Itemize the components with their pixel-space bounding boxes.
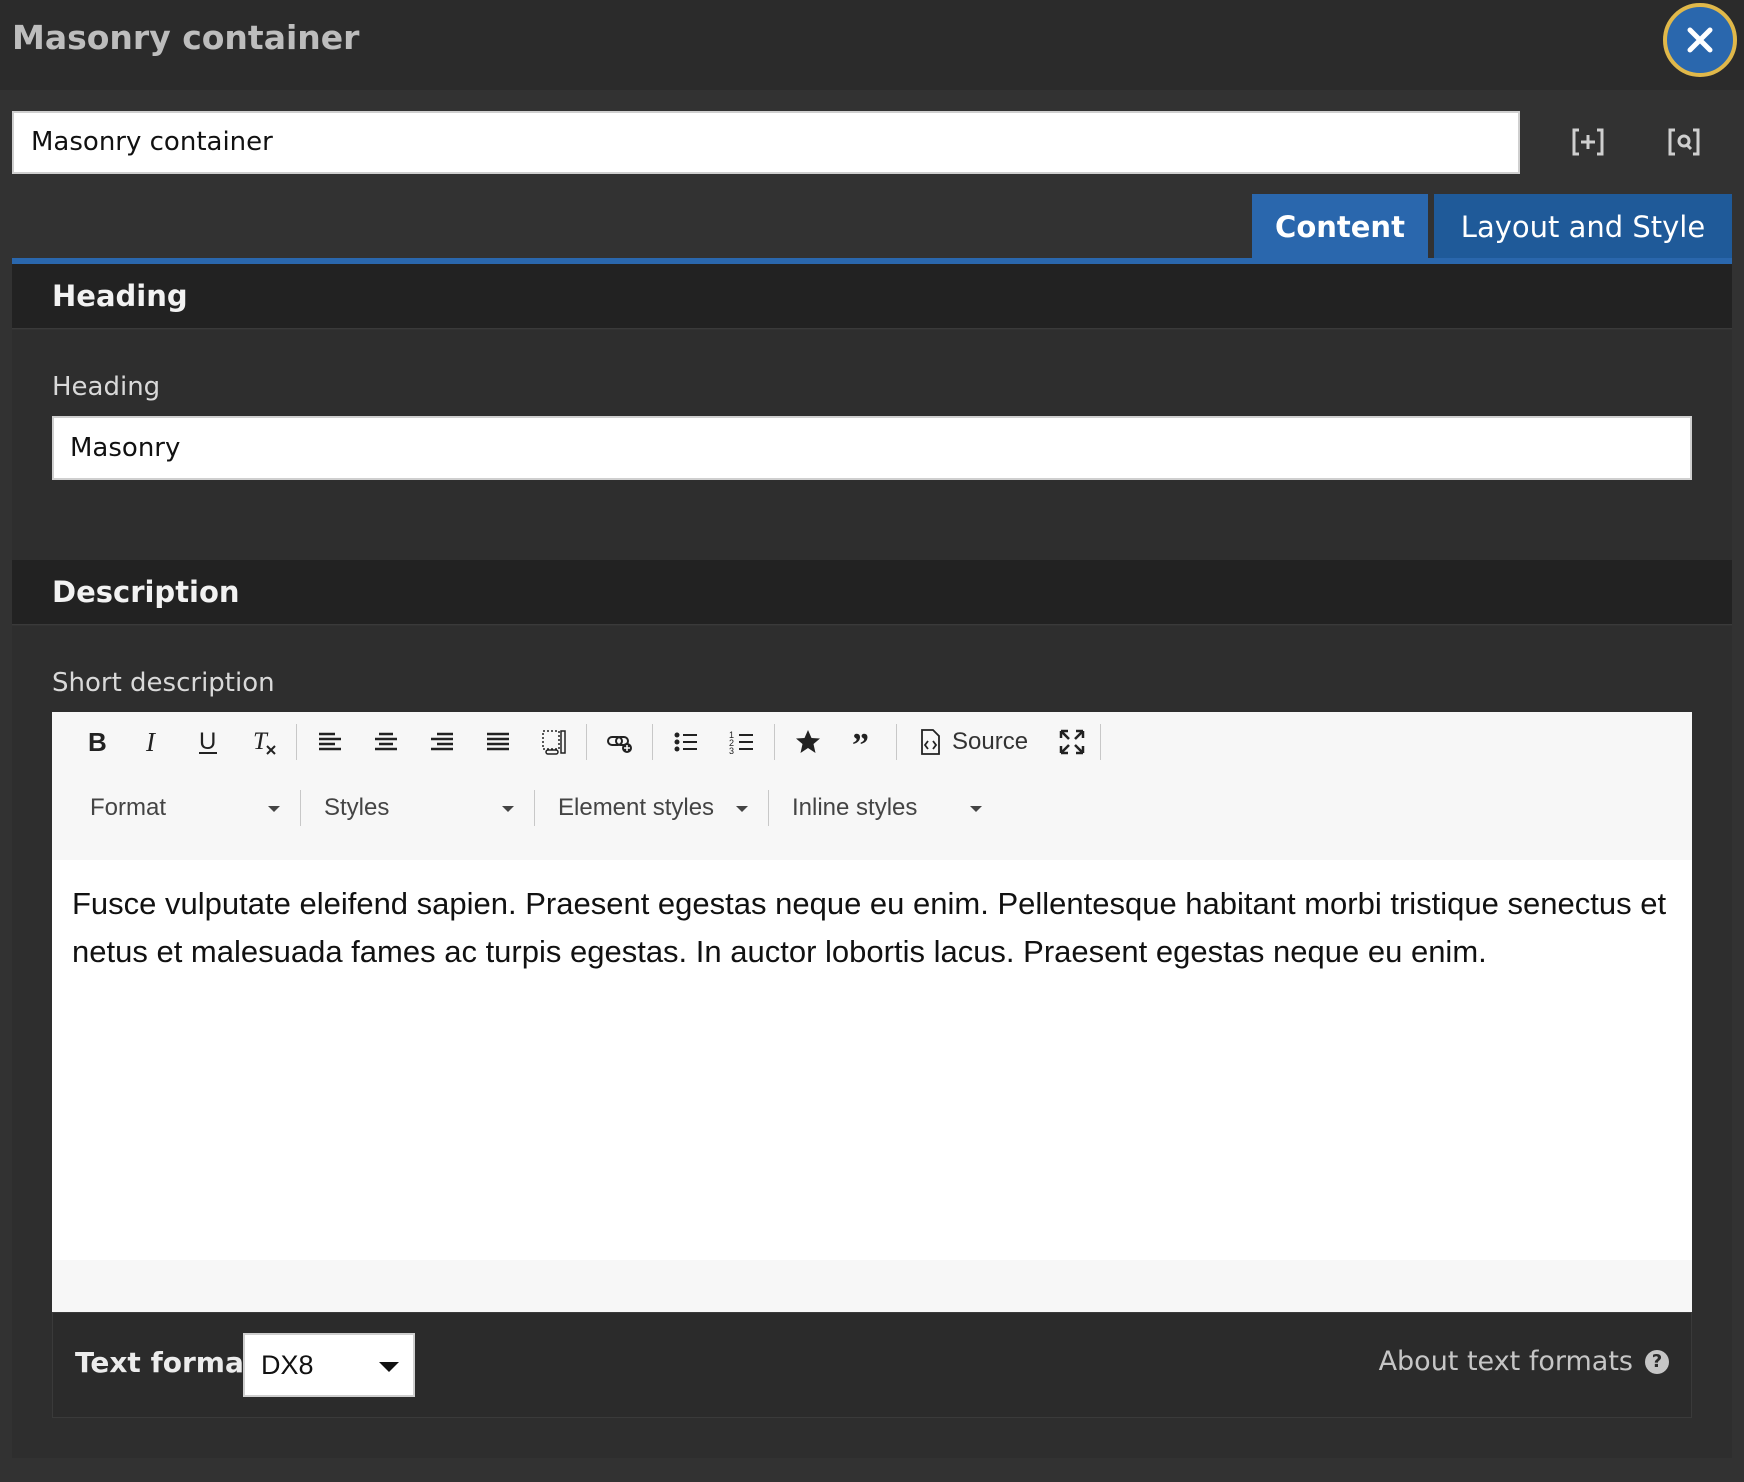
styles-dropdown-label: Styles bbox=[324, 794, 390, 821]
italic-icon[interactable]: I bbox=[130, 712, 174, 772]
source-icon[interactable] bbox=[908, 712, 952, 772]
svg-text:3: 3 bbox=[729, 746, 734, 756]
element-name-input[interactable]: Masonry container bbox=[12, 111, 1520, 174]
template-icon[interactable] bbox=[532, 712, 576, 772]
short-description-label: Short description bbox=[52, 668, 275, 698]
remove-format-icon[interactable]: T bbox=[242, 712, 286, 772]
link-icon[interactable] bbox=[598, 712, 642, 772]
toolbar-separator bbox=[1100, 724, 1101, 760]
svg-text:”: ” bbox=[852, 728, 869, 756]
help-icon: ? bbox=[1645, 1349, 1669, 1374]
dialog-title: Masonry container bbox=[12, 18, 360, 57]
toolbar-separator bbox=[300, 790, 301, 826]
heading-field-label: Heading bbox=[52, 372, 161, 402]
chevron-down-icon bbox=[970, 806, 982, 812]
format-dropdown-label: Format bbox=[90, 794, 167, 821]
toolbar-separator bbox=[896, 724, 897, 760]
inline-styles-dropdown-label: Inline styles bbox=[792, 794, 918, 821]
underline-icon[interactable]: U bbox=[186, 712, 230, 772]
rich-text-editor: B I U T 123 ” Source Format Styles Eleme… bbox=[52, 712, 1692, 1312]
star-icon[interactable] bbox=[786, 712, 830, 772]
toolbar-separator bbox=[768, 790, 769, 826]
about-text-formats-label: About text formats bbox=[1378, 1346, 1633, 1377]
toolbar-separator bbox=[774, 724, 775, 760]
text-format-value: DX8 bbox=[261, 1350, 314, 1380]
bulleted-list-icon[interactable] bbox=[664, 712, 708, 772]
align-justify-icon[interactable] bbox=[476, 712, 520, 772]
toolbar-separator bbox=[652, 724, 653, 760]
align-left-icon[interactable] bbox=[308, 712, 352, 772]
about-text-formats-link[interactable]: About text formats ? bbox=[1379, 1346, 1669, 1377]
toolbar-separator bbox=[534, 790, 535, 826]
text-format-select[interactable]: DX8 bbox=[243, 1333, 415, 1397]
source-button-label[interactable]: Source bbox=[952, 712, 1028, 772]
editor-content-area[interactable]: Fusce vulputate eleifend sapien. Praesen… bbox=[52, 860, 1692, 1260]
heading-section-header[interactable]: Heading bbox=[12, 264, 1732, 329]
chevron-down-icon bbox=[268, 806, 280, 812]
preview-icon[interactable] bbox=[1664, 122, 1704, 162]
tab-content[interactable]: Content bbox=[1252, 194, 1428, 260]
description-section-header[interactable]: Description bbox=[12, 560, 1732, 625]
element-styles-dropdown-label: Element styles bbox=[558, 794, 715, 821]
maximize-icon[interactable] bbox=[1050, 712, 1094, 772]
toolbar-separator bbox=[586, 724, 587, 760]
editor-toolbar-row-2: Format Styles Element styles Inline styl… bbox=[52, 778, 1692, 838]
element-styles-dropdown[interactable]: Element styles bbox=[558, 778, 754, 838]
numbered-list-icon[interactable]: 123 bbox=[720, 712, 764, 772]
blockquote-icon[interactable]: ” bbox=[842, 712, 886, 772]
chevron-down-icon bbox=[736, 806, 748, 812]
styles-dropdown[interactable]: Styles bbox=[324, 778, 520, 838]
chevron-down-icon bbox=[502, 806, 514, 812]
toolbar-separator bbox=[296, 724, 297, 760]
svg-text:T: T bbox=[253, 728, 269, 755]
align-right-icon[interactable] bbox=[420, 712, 464, 772]
caret-down-icon bbox=[379, 1362, 399, 1372]
editor-toolbar-row-1: B I U T 123 ” Source bbox=[52, 712, 1692, 772]
heading-input[interactable]: Masonry bbox=[52, 416, 1692, 480]
bold-icon[interactable]: B bbox=[74, 712, 118, 772]
svg-text:I: I bbox=[145, 728, 157, 756]
close-button[interactable] bbox=[1663, 3, 1737, 77]
text-format-label: Text format bbox=[75, 1346, 258, 1379]
svg-text:U: U bbox=[199, 728, 216, 755]
inline-styles-dropdown[interactable]: Inline styles bbox=[792, 778, 988, 838]
align-center-icon[interactable] bbox=[364, 712, 408, 772]
format-dropdown[interactable]: Format bbox=[90, 778, 286, 838]
dialog-titlebar: Masonry container bbox=[0, 0, 1744, 90]
tab-layout-and-style[interactable]: Layout and Style bbox=[1434, 194, 1732, 260]
svg-text:B: B bbox=[88, 728, 107, 756]
expand-all-icon[interactable] bbox=[1568, 122, 1608, 162]
close-icon bbox=[1687, 27, 1713, 53]
text-format-bar: Text format DX8 About text formats ? bbox=[52, 1312, 1692, 1418]
